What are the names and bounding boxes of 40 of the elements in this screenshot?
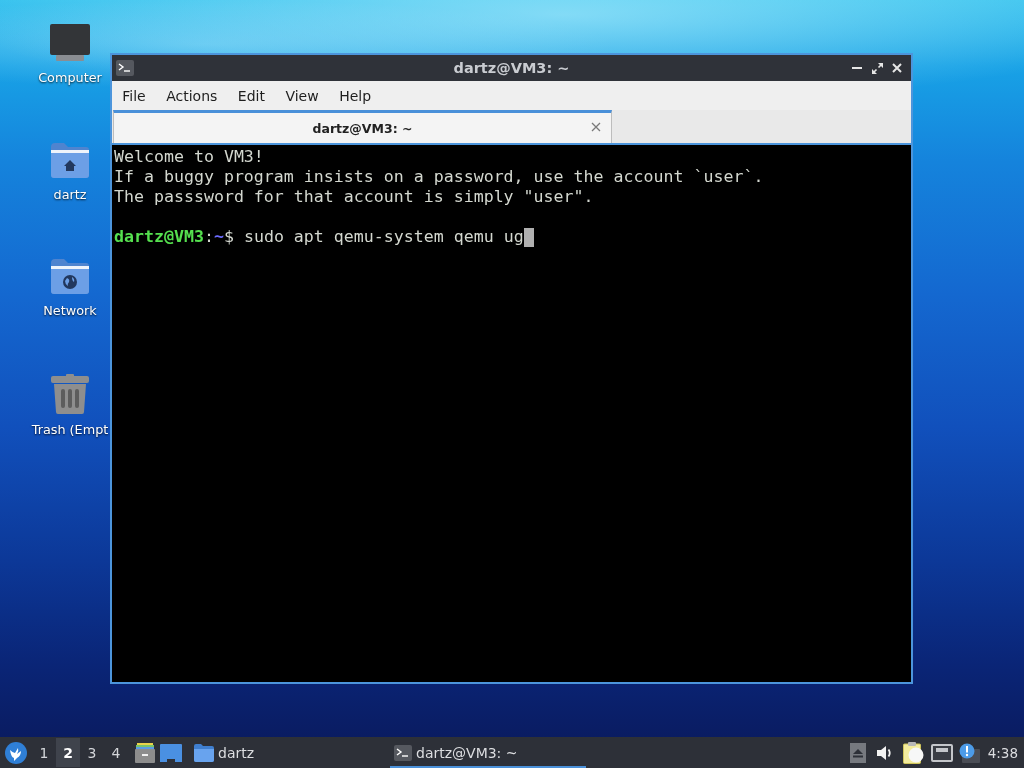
window-title: dartz@VM3: ~ [452,60,571,76]
desktop-shortcut[interactable]: Network [43,257,97,319]
globe-folder-icon [50,257,90,295]
eject-icon[interactable] [849,742,866,763]
close-icon [892,63,902,73]
desktop-shortcut[interactable]: dartz [50,140,90,203]
menu-item[interactable]: Edit [227,83,276,108]
command-text: sudo apt qemu-system qemu ug [243,227,524,247]
clock: 4:38 [987,744,1018,761]
task-button[interactable]: dartz [190,737,386,768]
workspace-button[interactable]: 1 [32,738,56,767]
terminal-tab[interactable]: dartz@VM3: ~ [113,110,612,143]
minimize-icon [852,67,862,69]
home-folder-icon [50,140,90,179]
terminal-icon [394,744,412,761]
screen-icon [160,743,182,762]
menu-item[interactable]: View [275,83,329,108]
maximize-icon [871,62,883,74]
workspace-button[interactable]: 2 [56,738,80,767]
menu-item[interactable]: Help [328,83,382,108]
trash-icon [51,373,89,414]
desktop-shortcut[interactable]: Trash (Empt [31,373,109,438]
start-menu-button[interactable] [3,739,29,766]
menu-item[interactable]: Actions [155,83,228,108]
shell-prompt: dartz@VM3:~$ [114,227,234,247]
terminal-icon [116,60,134,76]
network-port-icon[interactable] [930,743,953,762]
output-line: The passsword for that account is simply "user". [114,187,594,207]
task-button[interactable]: dartz@VM3: ~ [390,737,586,768]
menu-item[interactable]: File [112,83,156,108]
monitor-icon [50,24,90,62]
bird-icon [5,741,27,764]
output-line: Welcome to VM3! [114,147,264,167]
tab-close-icon [591,122,601,132]
output-line: If a buggy program insists on a password, use the account `user`. [114,167,764,187]
folder-icon [194,743,214,762]
file-cabinet-icon [135,742,155,763]
block-cursor-icon [523,227,534,247]
workspace-button[interactable]: 4 [104,738,128,767]
workspace-button[interactable]: 3 [80,738,104,767]
